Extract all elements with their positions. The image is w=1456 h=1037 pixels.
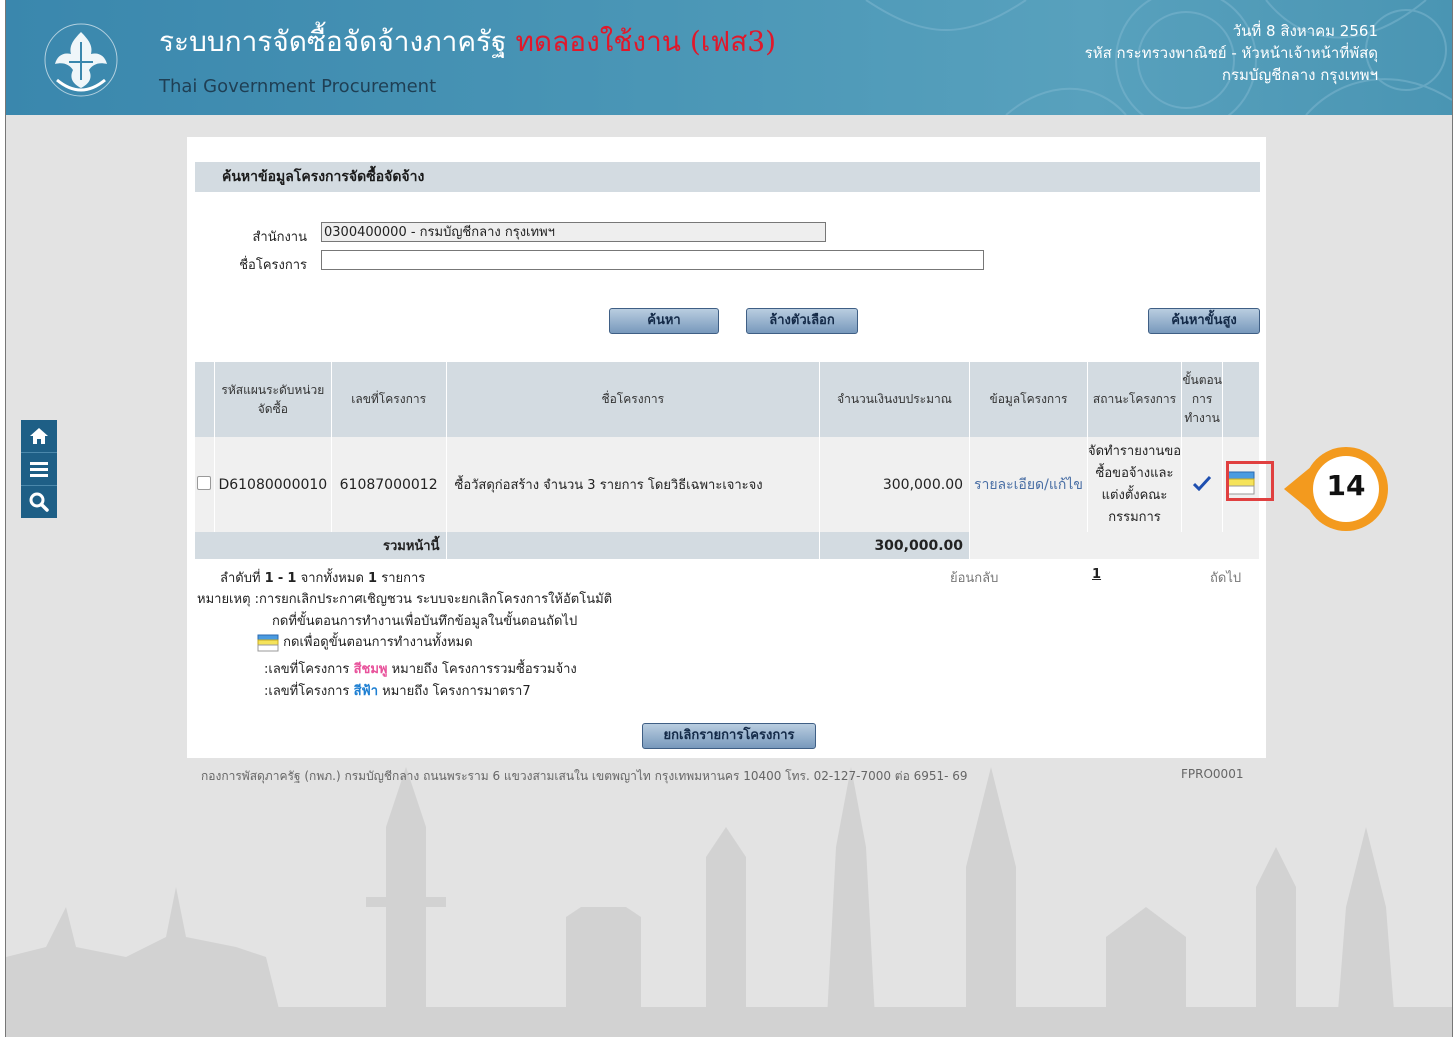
header-banner: ระบบการจัดซื้อจัดจ้างภาครัฐ ทดลองใช้งาน … xyxy=(6,0,1452,115)
status-cell: จัดทำรายงานขอซื้อขอจ้างและแต่งตั้งคณะกรร… xyxy=(1087,437,1183,532)
summary-suffix: รายการ xyxy=(381,571,426,586)
system-subtitle: Thai Government Procurement xyxy=(159,76,437,97)
sum-value: 300,000.00 xyxy=(819,532,971,559)
sum-label: รวมหน้านี้ xyxy=(195,532,447,559)
menu-button[interactable] xyxy=(21,453,57,486)
total-count: 1 xyxy=(368,571,378,586)
project-name-label: ชื่อโครงการ xyxy=(239,258,307,273)
advanced-search-button[interactable]: ค้นหาขั้นสูง xyxy=(1148,308,1260,334)
note-line-3: กดเพื่อดูขั้นตอนการทำงานทั้งหมด xyxy=(257,631,473,652)
clear-button[interactable]: ล้างตัวเลือก xyxy=(746,308,858,334)
pagination-summary: ลำดับที่ 1 - 1 จากทั้งหมด 1 รายการ xyxy=(220,567,425,588)
prev-page-link[interactable]: ย้อนกลับ xyxy=(950,567,998,588)
home-button[interactable] xyxy=(21,420,57,453)
summary-mid: จากทั้งหมด xyxy=(300,571,364,586)
col-project-no: เลขที่โครงการ xyxy=(331,362,447,437)
note-line-3-text: กดเพื่อดูขั้นตอนการทำงานทั้งหมด xyxy=(283,635,473,650)
note-5-suffix: หมายถึง โครงการมาตรา7 xyxy=(382,684,531,699)
search-icon xyxy=(29,492,49,512)
footer-address: กองการพัสดุภาครัฐ (กพภ.) กรมบัญชีกลาง ถน… xyxy=(201,769,968,783)
next-page-link[interactable]: ถัดไป xyxy=(1210,567,1241,588)
search-button[interactable]: ค้นหา xyxy=(609,308,719,334)
checkmark-icon[interactable] xyxy=(1193,475,1212,491)
section-title: ค้นหาข้อมูลโครงการจัดซื้อจัดจ้าง xyxy=(195,162,1260,192)
project-table: รหัสแผนระดับหน่วยจัดซื้อ เลขที่โครงการ ช… xyxy=(195,362,1260,559)
table-header-row: รหัสแผนระดับหน่วยจัดซื้อ เลขที่โครงการ ช… xyxy=(195,362,1260,437)
callout-number: 14 xyxy=(1326,469,1366,502)
office-label: สำนักงาน xyxy=(252,230,307,245)
project-name-cell: ซื้อวัสดุก่อสร้าง จำนวน 3 รายการ โดยวิธี… xyxy=(446,437,820,532)
step-cell xyxy=(1181,437,1224,532)
col-budget: จำนวนเงินงบประมาณ xyxy=(819,362,971,437)
home-icon xyxy=(30,428,48,444)
summary-prefix: ลำดับที่ xyxy=(220,571,261,586)
note-5-color: สีฟ้า xyxy=(353,684,379,699)
project-name-input[interactable] xyxy=(321,250,984,270)
highlight-box xyxy=(1226,461,1274,501)
office-field[interactable]: 0300400000 - กรมบัญชีกลาง กรุงเทพฯ xyxy=(321,222,826,242)
note-line-4: :เลขที่โครงการ สีชมพู หมายถึง โครงการรวม… xyxy=(264,658,577,679)
user-role: รหัส กระทรวงพาณิชย์ - หัวหน้าเจ้าหน้าที่… xyxy=(1084,44,1378,62)
footer-page-code: FPRO0001 xyxy=(1181,767,1244,781)
project-no-cell: 61087000012 xyxy=(331,437,447,532)
row-select-cell xyxy=(195,437,215,532)
col-project-info: ข้อมูลโครงการ xyxy=(969,362,1088,437)
department-logo xyxy=(44,23,118,97)
col-project-name: ชื่อโครงการ xyxy=(446,362,820,437)
row-checkbox[interactable] xyxy=(197,475,212,490)
current-date: วันที่ 8 สิงหาคม 2561 xyxy=(1232,22,1378,40)
col-action xyxy=(1222,362,1260,437)
system-title: ระบบการจัดซื้อจัดจ้างภาครัฐ xyxy=(159,25,507,58)
user-info: วันที่ 8 สิงหาคม 2561 รหัส กระทรวงพาณิชย… xyxy=(1085,20,1378,86)
table-row: D61080000010 61087000012 ซื้อวัสดุก่อสร้… xyxy=(195,437,1260,532)
page-number-link[interactable]: 1 xyxy=(1092,567,1101,582)
plan-code-cell: D61080000010 xyxy=(214,437,332,532)
trial-label: ทดลองใช้งาน (เฟส3) xyxy=(515,25,776,58)
detail-edit-link[interactable]: รายละเอียด/แก้ไข xyxy=(974,477,1083,493)
note-4-color: สีชมพู xyxy=(353,662,388,677)
note-line-2: กดที่ขั้นตอนการทำงานเพื่อบันทึกข้อมูลในข… xyxy=(272,614,578,629)
col-status: สถานะโครงการ xyxy=(1087,362,1183,437)
range-from: 1 xyxy=(264,571,274,586)
sum-empty xyxy=(969,532,1260,559)
page-title: ระบบการจัดซื้อจัดจ้างภาครัฐ ทดลองใช้งาน … xyxy=(159,20,776,64)
note-line-5: :เลขที่โครงการ สีฟ้า หมายถึง โครงการมาตร… xyxy=(264,680,531,701)
main-panel: ค้นหาข้อมูลโครงการจัดซื้อจัดจ้าง สำนักงา… xyxy=(187,137,1266,758)
col-step: ขั้นตอนการทำงาน xyxy=(1181,362,1224,437)
range-to: 1 xyxy=(287,571,297,586)
user-organization: กรมบัญชีกลาง กรุงเทพฯ xyxy=(1221,66,1378,84)
budget-cell: 300,000.00 xyxy=(819,437,971,532)
workflow-legend-icon xyxy=(257,634,279,651)
range-sep: - xyxy=(277,571,284,586)
cancel-project-button[interactable]: ยกเลิกรายการโครงการ xyxy=(642,723,816,749)
note-4-suffix: หมายถึง โครงการรวมซื้อรวมจ้าง xyxy=(391,662,577,677)
project-info-cell: รายละเอียด/แก้ไข xyxy=(969,437,1088,532)
note-5-prefix: :เลขที่โครงการ xyxy=(264,684,350,699)
quick-search-button[interactable] xyxy=(21,486,57,518)
sum-spacer xyxy=(446,532,820,559)
menu-icon xyxy=(30,462,48,477)
sum-row: รวมหน้านี้ 300,000.00 xyxy=(195,532,1260,559)
side-toolbar xyxy=(21,420,57,518)
note-line-1: หมายเหตุ :การยกเลิกประกาศเชิญชวน ระบบจะย… xyxy=(197,592,613,607)
app-frame: ระบบการจัดซื้อจัดจ้างภาครัฐ ทดลองใช้งาน … xyxy=(5,0,1453,1037)
col-plan-code: รหัสแผนระดับหน่วยจัดซื้อ xyxy=(214,362,332,437)
col-select xyxy=(195,362,215,437)
note-4-prefix: :เลขที่โครงการ xyxy=(264,662,350,677)
